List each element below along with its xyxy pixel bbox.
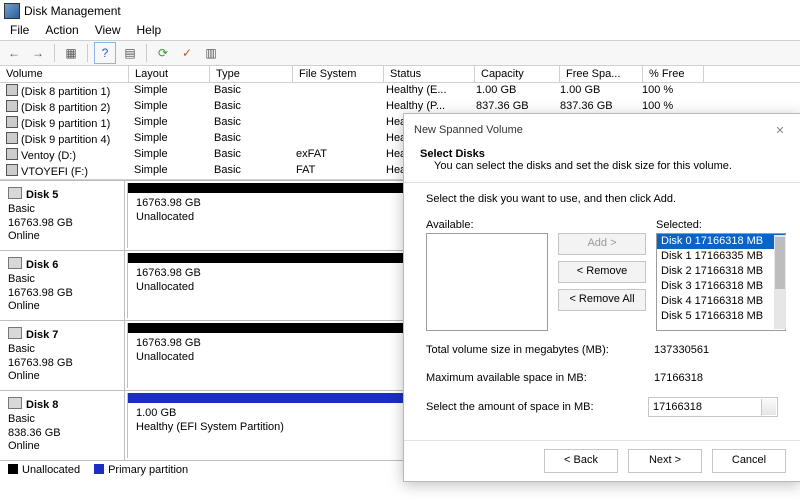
list-item[interactable]: Disk 3 17166318 MB: [657, 279, 785, 294]
toolbar-separator: [87, 44, 88, 62]
menu-file[interactable]: File: [4, 22, 35, 40]
add-button[interactable]: Add >: [558, 233, 646, 255]
list-item[interactable]: Disk 5 17166318 MB: [657, 309, 785, 324]
refresh-icon[interactable]: ⟳: [153, 43, 173, 63]
available-disks-list[interactable]: [426, 233, 548, 331]
grid-icon[interactable]: ▥: [201, 43, 221, 63]
amount-input[interactable]: 17166318: [648, 397, 778, 417]
toolbar-separator: [146, 44, 147, 62]
volume-icon: [6, 164, 18, 176]
col-type[interactable]: Type: [210, 66, 293, 82]
back-button[interactable]: < Back: [544, 449, 618, 473]
properties-icon[interactable]: ▤: [120, 43, 140, 63]
amount-label: Select the amount of space in MB:: [426, 401, 594, 413]
total-size-label: Total volume size in megabytes (MB):: [426, 344, 609, 356]
disk-header[interactable]: Disk 8Basic838.36 GBOnline: [0, 391, 125, 460]
dialog-subheading: You can select the disks and set the dis…: [420, 160, 732, 172]
list-item[interactable]: Disk 1 17166335 MB: [657, 249, 785, 264]
close-icon[interactable]: ✕: [770, 120, 790, 140]
table-row[interactable]: (Disk 8 partition 1)SimpleBasicHealthy (…: [0, 83, 800, 99]
volume-icon: [6, 84, 18, 96]
disk-header[interactable]: Disk 7Basic16763.98 GBOnline: [0, 321, 125, 390]
disk-icon: [8, 187, 22, 199]
cancel-button[interactable]: Cancel: [712, 449, 786, 473]
next-button[interactable]: Next >: [628, 449, 702, 473]
selected-scrollbar[interactable]: [774, 235, 786, 329]
remove-button[interactable]: < Remove: [558, 261, 646, 283]
menu-bar: File Action View Help: [0, 22, 800, 40]
disk-icon: [8, 257, 22, 269]
list-item[interactable]: Disk 2 17166318 MB: [657, 264, 785, 279]
disk-header[interactable]: Disk 6Basic16763.98 GBOnline: [0, 251, 125, 320]
legend-unallocated: Unallocated: [8, 464, 80, 476]
new-spanned-volume-dialog: New Spanned Volume ✕ Select Disks You ca…: [403, 113, 800, 482]
show-hide-icon[interactable]: ▦: [61, 43, 81, 63]
toolbar: ← → ▦ ? ▤ ⟳ ✓ ▥: [0, 40, 800, 66]
menu-help[interactable]: Help: [131, 22, 168, 40]
help-icon[interactable]: ?: [94, 42, 116, 64]
available-label: Available:: [426, 219, 548, 231]
back-icon[interactable]: ←: [4, 43, 24, 63]
check-icon[interactable]: ✓: [177, 43, 197, 63]
max-space-label: Maximum available space in MB:: [426, 372, 587, 384]
list-item[interactable]: Disk 4 17166318 MB: [657, 294, 785, 309]
list-item[interactable]: Disk 0 17166318 MB: [657, 234, 785, 249]
volume-list-header: Volume Layout Type File System Status Ca…: [0, 66, 800, 83]
forward-icon[interactable]: →: [28, 43, 48, 63]
volume-icon: [6, 132, 18, 144]
volume-icon: [6, 100, 18, 112]
app-icon: [4, 3, 20, 19]
volume-icon: [6, 148, 18, 160]
toolbar-separator: [54, 44, 55, 62]
col-free[interactable]: Free Spa...: [560, 66, 643, 82]
col-volume[interactable]: Volume: [0, 66, 129, 82]
menu-action[interactable]: Action: [39, 22, 84, 40]
window-title: Disk Management: [24, 4, 121, 18]
dialog-instruction: Select the disk you want to use, and the…: [426, 193, 778, 205]
volume-icon: [6, 116, 18, 128]
disk-icon: [8, 397, 22, 409]
total-size-value: 137330561: [650, 341, 778, 359]
col-capacity[interactable]: Capacity: [475, 66, 560, 82]
menu-view[interactable]: View: [89, 22, 127, 40]
dialog-title: New Spanned Volume: [414, 124, 523, 136]
selected-disks-list[interactable]: Disk 0 17166318 MBDisk 1 17166335 MBDisk…: [656, 233, 786, 331]
disk-header[interactable]: Disk 5Basic16763.98 GBOnline: [0, 181, 125, 250]
selected-label: Selected:: [656, 219, 786, 231]
remove-all-button[interactable]: < Remove All: [558, 289, 646, 311]
max-space-value: 17166318: [650, 369, 778, 387]
col-status[interactable]: Status: [384, 66, 475, 82]
col-pctfree[interactable]: % Free: [643, 66, 704, 82]
col-filesystem[interactable]: File System: [293, 66, 384, 82]
window-titlebar: Disk Management: [0, 0, 800, 22]
dialog-heading: Select Disks: [420, 148, 485, 160]
col-layout[interactable]: Layout: [129, 66, 210, 82]
legend-primary: Primary partition: [94, 464, 188, 476]
disk-icon: [8, 327, 22, 339]
